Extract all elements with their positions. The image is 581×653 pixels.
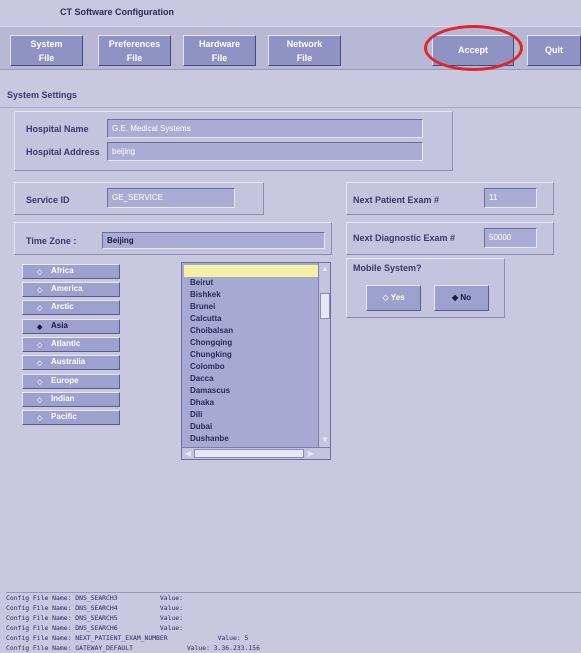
mobile-yes-radio[interactable]: ◇ Yes [366,285,421,311]
region-arctic-radio[interactable]: ◇ Arctic [22,300,120,315]
radio-diamond-filled-icon: ◆ [451,293,459,302]
list-item[interactable]: Choibalsan [184,325,318,337]
list-item[interactable]: Dacca [184,373,318,385]
city-listbox[interactable]: Beijing Beirut Bishkek Brunei Calcutta C… [181,262,331,460]
region-asia-radio[interactable]: ◆ Asia [22,319,120,334]
service-id-label: Service ID [26,195,70,205]
no-label: No [460,293,472,302]
preferences-file-button[interactable]: Preferences File [98,35,171,66]
accept-button[interactable]: Accept [432,35,514,66]
city-list: Beijing Beirut Bishkek Brunei Calcutta C… [184,265,318,445]
log-line: Config File Name: DNS_SEARCH4 Value: [6,604,183,612]
hospital-name-field[interactable]: G.E. Medical Systems [107,119,423,138]
accept-label: Accept [457,45,488,55]
next-diagnostic-label: Next Diagnostic Exam # [353,233,456,243]
window-title: CT Software Configuration [60,7,174,17]
menu-sublabel: File [38,53,55,63]
list-item[interactable]: Calcutta [184,313,318,325]
hardware-file-button[interactable]: Hardware File [183,35,256,66]
scroll-up-arrow-icon[interactable]: ▲ [320,264,330,274]
hospital-address-field[interactable]: beijing [107,142,423,161]
log-line: Config File Name: DNS_SEARCH3 Value: [6,594,183,602]
timezone-label: Time Zone : [26,236,77,246]
list-item[interactable]: Dubai [184,421,318,433]
radio-diamond-icon: ◇ [37,287,43,294]
radio-diamond-icon: ◇ [37,305,43,312]
scroll-right-arrow-icon[interactable]: ▶ [306,449,316,459]
radio-diamond-filled-icon: ◆ [37,324,43,331]
hospital-name-label: Hospital Name [26,124,89,134]
list-item[interactable]: Dushanbe [184,433,318,445]
menu-label: Network [286,39,323,49]
status-log: Config File Name: DNS_SEARCH3 Value: Con… [6,592,581,652]
hospital-address-label: Hospital Address [26,147,100,157]
next-diagnostic-field[interactable]: 50000 [484,228,537,248]
mobile-system-label: Mobile System? [353,263,422,273]
scroll-left-arrow-icon[interactable]: ◀ [183,449,193,459]
radio-diamond-icon: ◇ [37,269,43,276]
region-label: Indian [51,394,75,403]
log-line: Config File Name: DNS_SEARCH5 Value: [6,614,183,622]
list-item[interactable]: Chongqing [184,337,318,349]
region-indian-radio[interactable]: ◇ Indian [22,392,120,407]
next-patient-field[interactable]: 11 [484,188,537,208]
list-item[interactable]: Dhaka [184,397,318,409]
radio-diamond-icon: ◇ [37,360,43,367]
menu-label: Hardware [198,39,241,49]
region-america-radio[interactable]: ◇ America [22,282,120,297]
quit-button[interactable]: Quit [527,35,581,66]
service-id-field[interactable]: GE_SERVICE [107,188,235,208]
list-item[interactable]: Damascus [184,385,318,397]
list-item[interactable]: Colombo [184,361,318,373]
region-europe-radio[interactable]: ◇ Europe [22,374,120,389]
region-africa-radio[interactable]: ◇ Africa [22,264,120,279]
menu-label: Preferences [108,39,161,49]
region-label: Europe [51,376,79,385]
region-pacific-radio[interactable]: ◇ Pacific [22,410,120,425]
list-item[interactable]: Beirut [184,277,318,289]
menu-sublabel: File [211,53,228,63]
region-label: America [51,284,83,293]
region-label: Arctic [51,302,74,311]
section-header [0,72,581,108]
next-patient-label: Next Patient Exam # [353,195,440,205]
radio-diamond-icon: ◇ [37,342,43,349]
region-label: Asia [51,321,68,330]
network-file-button[interactable]: Network File [268,35,341,66]
menu-sublabel: File [296,53,313,63]
menu-label: System [30,39,63,49]
region-australia-radio[interactable]: ◇ Australia [22,355,120,370]
timezone-field[interactable]: Beijing [102,232,325,249]
system-file-button[interactable]: System File [10,35,83,66]
vertical-scrollbar[interactable]: ▲ ▼ [318,263,330,447]
list-item[interactable]: Brunei [184,301,318,313]
list-item[interactable]: Bishkek [184,289,318,301]
radio-diamond-icon: ◇ [37,379,43,386]
region-label: Australia [51,357,86,366]
radio-diamond-icon: ◇ [37,397,43,404]
list-item[interactable]: Beijing [184,265,318,277]
list-item[interactable]: Chungking [184,349,318,361]
list-item[interactable]: Dili [184,409,318,421]
mobile-no-radio[interactable]: ◆ No [434,285,489,311]
section-title: System Settings [7,90,78,100]
horizontal-scrollbar[interactable]: ◀ ▶ [182,447,330,459]
log-line: Config File Name: DNS_SEARCH6 Value: [6,624,183,632]
quit-label: Quit [545,45,563,55]
region-label: Africa [51,266,74,275]
region-label: Atlantic [51,339,81,348]
region-label: Pacific [51,412,77,421]
log-line: Config File Name: NEXT_PATIENT_EXAM_NUMB… [6,634,249,642]
scroll-down-arrow-icon[interactable]: ▼ [320,435,330,445]
menu-sublabel: File [126,53,143,63]
region-atlantic-radio[interactable]: ◇ Atlantic [22,337,120,352]
radio-diamond-icon: ◇ [37,415,43,422]
scroll-thumb[interactable] [320,293,330,319]
hscroll-thumb[interactable] [194,449,304,458]
yes-label: Yes [390,293,405,302]
radio-diamond-icon: ◇ [382,293,389,302]
